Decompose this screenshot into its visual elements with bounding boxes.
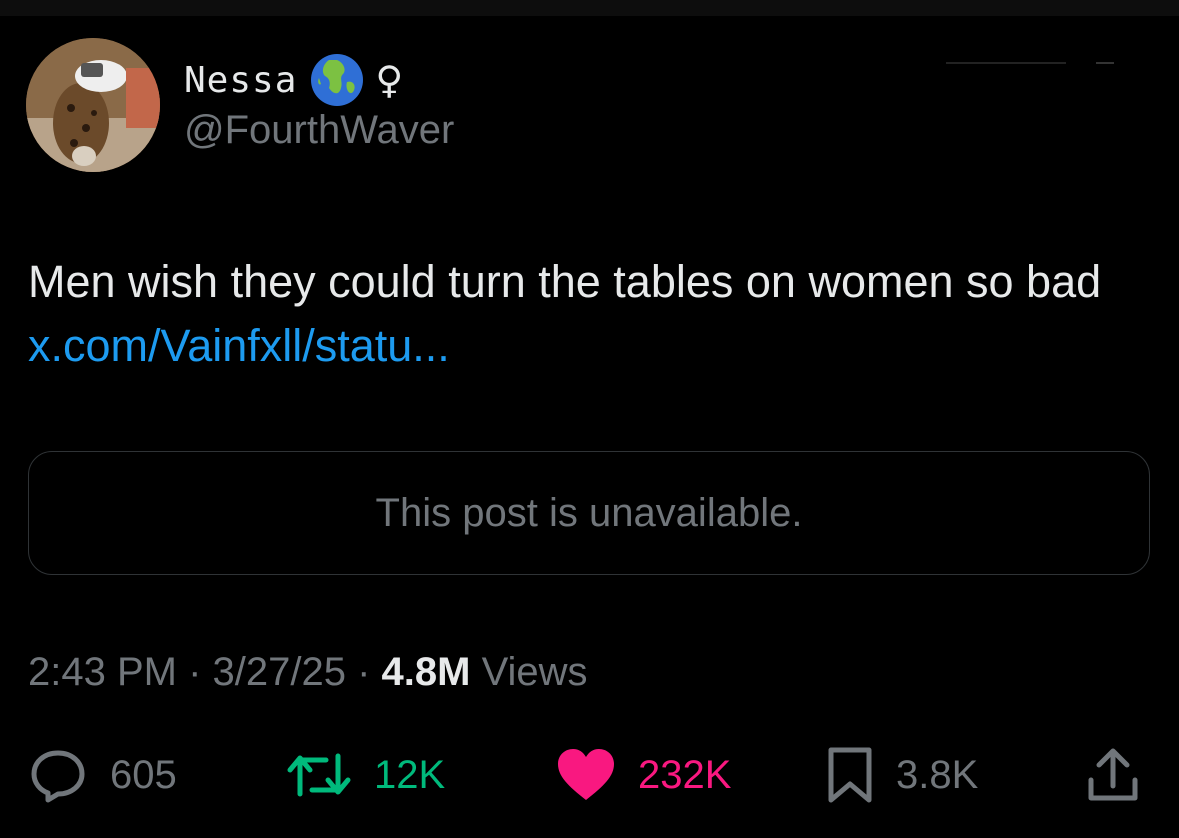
avatar[interactable] bbox=[26, 38, 160, 172]
author-name-row[interactable]: Nessa ♀ bbox=[184, 54, 404, 106]
bookmark-button[interactable]: 3.8K bbox=[826, 740, 978, 810]
top-bar bbox=[0, 0, 1179, 16]
tweet-link[interactable]: x.com/Vainfxll/statu... bbox=[28, 320, 450, 371]
repost-icon bbox=[287, 753, 351, 797]
post-date[interactable]: 3/27/25 bbox=[213, 650, 346, 694]
bookmark-icon bbox=[828, 747, 872, 803]
like-button[interactable]: 232K bbox=[556, 740, 731, 810]
quoted-post-card[interactable]: This post is unavailable. bbox=[28, 451, 1150, 575]
more-options-icon[interactable] bbox=[946, 60, 1116, 66]
repost-count: 12K bbox=[374, 752, 446, 797]
share-icon bbox=[1088, 748, 1138, 801]
action-bar: 605 12K 232K 3.8K bbox=[0, 740, 1179, 810]
reply-button[interactable]: 605 bbox=[28, 740, 177, 810]
tweet-meta: 2:43 PM · 3/27/25 · 4.8M Views bbox=[28, 650, 588, 695]
reply-icon bbox=[31, 750, 85, 803]
unavailable-message: This post is unavailable. bbox=[375, 490, 803, 535]
tweet-text: Men wish they could turn the tables on w… bbox=[28, 250, 1148, 378]
display-name[interactable]: Nessa bbox=[184, 60, 297, 101]
reply-count: 605 bbox=[110, 752, 177, 797]
meta-separator: · bbox=[345, 650, 382, 694]
female-symbol: ♀ bbox=[375, 58, 404, 102]
avatar-image bbox=[26, 38, 160, 172]
tweet-body: Men wish they could turn the tables on w… bbox=[28, 256, 1102, 307]
views-label: Views bbox=[470, 650, 588, 694]
views-count: 4.8M bbox=[381, 650, 471, 694]
share-button[interactable] bbox=[1086, 740, 1140, 810]
post-time[interactable]: 2:43 PM bbox=[28, 650, 177, 694]
meta-separator: · bbox=[176, 650, 213, 694]
like-count: 232K bbox=[638, 752, 732, 797]
author-handle[interactable]: @FourthWaver bbox=[184, 108, 454, 153]
repost-button[interactable]: 12K bbox=[286, 740, 445, 810]
heart-icon bbox=[558, 749, 614, 800]
bookmark-count: 3.8K bbox=[896, 752, 979, 797]
globe-emoji-icon bbox=[311, 54, 364, 106]
